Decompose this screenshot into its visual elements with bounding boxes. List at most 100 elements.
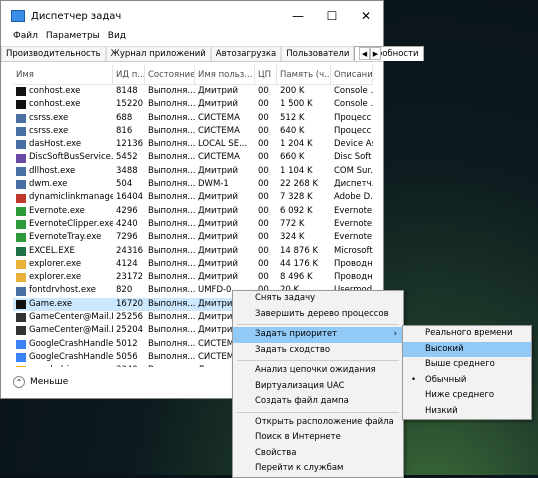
process-name: explorer.exe: [29, 258, 82, 269]
priority-item-label: Низкий: [425, 405, 458, 416]
cell-memory: 8 496 K: [280, 272, 313, 283]
priority-item[interactable]: Ниже среднего: [403, 388, 531, 404]
context-menu-item-label: Задать приоритет: [255, 329, 338, 339]
cell-user: Дмитрий: [198, 232, 238, 243]
table-row[interactable]: EvernoteTray.exe 7296 Выполня... Дмитрий 00 3…: [13, 231, 373, 244]
cell-pid: 5452: [116, 152, 138, 163]
table-row[interactable]: DiscSoftBusService.exe5452 Выполня...СИСТ…: [13, 151, 373, 164]
cell-name: dllhost.exe: [13, 165, 113, 178]
col-user[interactable]: Имя польз...: [195, 65, 255, 85]
cell-cpu: 00: [258, 165, 269, 176]
col-memory[interactable]: Память (ч...: [277, 65, 331, 85]
maximize-button[interactable]: ☐: [315, 1, 349, 31]
context-menu-item[interactable]: Задать сходство: [233, 343, 403, 359]
menu-separator: [237, 411, 399, 413]
cell-status: Выполня...: [148, 338, 195, 349]
cell-status: Выполня...: [148, 192, 195, 203]
cell-cpu: 00: [258, 258, 269, 269]
process-icon: [16, 233, 26, 243]
cell-description: Evernote ...: [334, 232, 373, 243]
chevron-right-icon: ›: [393, 329, 397, 339]
context-menu-item[interactable]: Свойства: [233, 446, 403, 462]
table-row[interactable]: dynamiclinkmanage...16404 Выполня...Дмитр…: [13, 191, 373, 204]
priority-item[interactable]: Высокий: [403, 341, 531, 357]
tab-scroll-right-icon[interactable]: ▶: [370, 47, 381, 60]
table-row[interactable]: dwm.exe 504 Выполня... DWM-1 00 22 268 K Диспе…: [13, 178, 373, 191]
cell-cpu: 00: [258, 152, 269, 163]
context-menu-item[interactable]: Поиск в Интернете: [233, 430, 403, 446]
col-name[interactable]: Имя: [13, 65, 113, 85]
table-row[interactable]: explorer.exe 4124 Выполня... Дмитрий 00 44 17…: [13, 258, 373, 271]
close-button[interactable]: ✕: [349, 1, 383, 31]
menu-file[interactable]: Файл: [13, 31, 38, 45]
tab-performance[interactable]: Производительность: [1, 46, 106, 61]
cell-status: Выполня...: [148, 285, 195, 296]
cell-memory: 6 092 K: [280, 205, 313, 216]
cell-description: Процесс ...: [334, 125, 373, 136]
context-menu-item[interactable]: Снять задачу: [233, 291, 403, 307]
cell-memory: 14 876 K: [280, 245, 319, 256]
context-menu-item[interactable]: Задать приоритет ›: [233, 327, 403, 343]
cell-user: Дмитрий: [198, 218, 238, 229]
menu-bar: Файл Параметры Вид: [1, 31, 383, 45]
cell-description: Console ...: [334, 86, 373, 96]
cell-status: Выполня...: [148, 218, 195, 229]
cell-cpu: 00: [258, 218, 269, 229]
context-menu-item[interactable]: Анализ цепочки ожидания: [233, 363, 403, 379]
process-icon: [16, 273, 26, 283]
tab-startup[interactable]: Автозагрузка: [210, 46, 282, 61]
col-status[interactable]: Состояние: [145, 65, 195, 85]
col-description[interactable]: Описание: [331, 65, 373, 85]
priority-item[interactable]: Реального времени: [403, 326, 531, 342]
process-icon: [16, 127, 26, 137]
cell-pid: 15220: [116, 99, 144, 110]
tab-users[interactable]: Пользователи: [281, 46, 355, 61]
minimize-button[interactable]: —: [281, 1, 315, 31]
table-row[interactable]: Evernote.exe 4296 Выполня... Дмитрий 00 6 092…: [13, 205, 373, 218]
table-row[interactable]: explorer.exe 23172 Выполня... Дмитрий 00 8 49…: [13, 271, 373, 284]
process-icon: [16, 193, 26, 203]
context-menu-item[interactable]: Перейти к службам: [233, 461, 403, 477]
cell-user: Дмитрий: [198, 86, 238, 96]
cell-pid: 25204: [116, 325, 144, 336]
priority-item-label: Выше среднего: [425, 359, 495, 369]
cell-name: EvernoteClipper.exe: [13, 218, 113, 231]
context-menu-item[interactable]: Создать файл дампа: [233, 394, 403, 410]
table-row[interactable]: EvernoteClipper.exe 4240 Выполня... Дмитрий…: [13, 218, 373, 231]
context-menu-item[interactable]: Виртуализация UAC: [233, 379, 403, 395]
tab-scroll-left-icon[interactable]: ◀: [359, 47, 370, 60]
tab-app-history[interactable]: Журнал приложений: [105, 46, 211, 61]
cell-status: Выполня...: [148, 152, 195, 163]
menu-options[interactable]: Параметры: [46, 31, 100, 45]
menu-view[interactable]: Вид: [108, 31, 126, 45]
table-row[interactable]: conhost.exe 15220 Выполня... Дмитрий 00 1 500…: [13, 98, 373, 111]
process-name: EvernoteTray.exe: [29, 232, 102, 243]
cell-memory: 1 204 K: [280, 139, 313, 150]
fewer-details-button[interactable]: ⌃ Меньше: [13, 376, 68, 388]
priority-item[interactable]: Обычный •: [403, 373, 531, 389]
table-row[interactable]: csrss.exe 688 Выполня... СИСТЕМА 00 512 K Проц…: [13, 112, 373, 125]
context-menu-item-label: Создать файл дампа: [255, 396, 349, 406]
col-cpu[interactable]: ЦП: [255, 65, 277, 85]
cell-status: Выполня...: [148, 205, 195, 216]
context-menu-item[interactable]: Открыть расположение файла: [233, 415, 403, 431]
priority-item[interactable]: Низкий: [403, 404, 531, 420]
window-title: Диспетчер задач: [31, 10, 122, 22]
col-pid[interactable]: ИД п...: [113, 65, 145, 85]
cell-name: dwm.exe: [13, 178, 113, 191]
process-icon: [16, 339, 26, 349]
process-name: GoogleCrashHandler...: [29, 351, 113, 362]
title-bar[interactable]: Диспетчер задач — ☐ ✕: [1, 1, 383, 31]
context-menu-item[interactable]: Завершить дерево процессов: [233, 307, 403, 323]
priority-item[interactable]: Выше среднего: [403, 357, 531, 373]
process-name: fontdrvhost.exe: [29, 285, 96, 296]
cell-name: csrss.exe: [13, 112, 113, 125]
table-row[interactable]: dllhost.exe 3488 Выполня... Дмитрий 00 1 104 …: [13, 165, 373, 178]
task-manager-icon: [11, 10, 25, 22]
priority-item-label: Реального времени: [425, 328, 513, 338]
table-row[interactable]: conhost.exe 8148 Выполня... Дмитрий 00 200 K C…: [13, 85, 373, 98]
table-row[interactable]: EXCEL.EXE 24316 Выполня... Дмитрий 00 14 876 …: [13, 245, 373, 258]
table-row[interactable]: csrss.exe 816 Выполня... СИСТЕМА 00 640 K Проц…: [13, 125, 373, 138]
cell-memory: 640 K: [280, 125, 305, 136]
table-row[interactable]: dasHost.exe 12136 Выполня... LOCAL SE... 00 1…: [13, 138, 373, 151]
